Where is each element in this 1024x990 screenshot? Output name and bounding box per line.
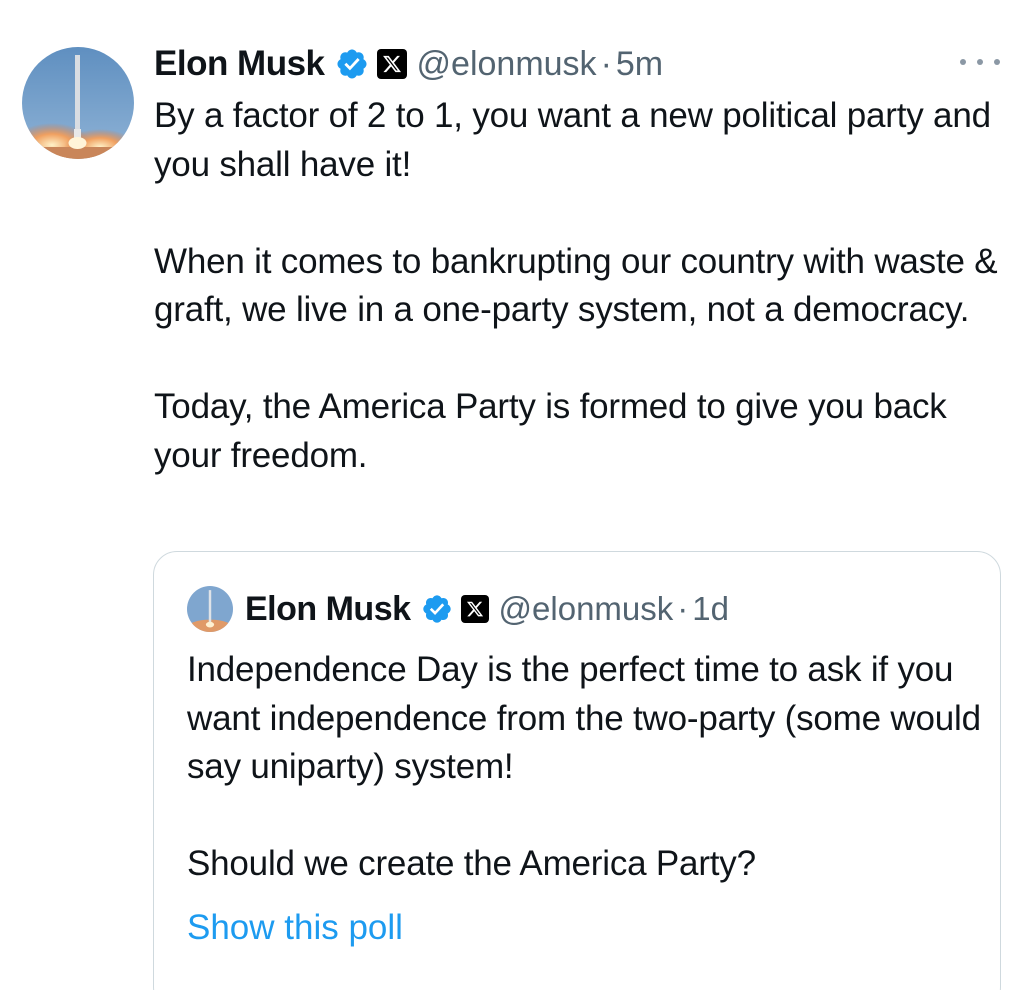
quoted-author-name: Elon Musk — [245, 589, 411, 628]
separator-dot: · — [600, 44, 612, 83]
tweet-paragraph: When it comes to bankrupting our country… — [154, 241, 998, 330]
quoted-tweet-header: Elon Musk @elonmusk · 1d — [187, 586, 729, 632]
quoted-tweet-timestamp: 1d — [692, 590, 729, 627]
show-poll-link[interactable]: Show this poll — [187, 908, 403, 948]
tweet-timestamp[interactable]: 5m — [616, 45, 663, 84]
author-handle[interactable]: @elonmusk — [417, 45, 597, 84]
x-logo-icon — [376, 49, 407, 79]
quoted-tweet-paragraph: Independence Day is the perfect time to … — [187, 650, 981, 786]
quoted-avatar — [187, 586, 233, 632]
quoted-tweet-paragraph: Should we create the America Party? — [187, 844, 756, 883]
more-options-icon[interactable] — [960, 52, 1000, 72]
verified-badge-icon — [337, 49, 367, 79]
tweet-text: By a factor of 2 to 1, you want a new po… — [154, 92, 1014, 480]
x-logo-icon — [460, 595, 489, 623]
rocket-launch-avatar-image — [187, 586, 233, 632]
separator-dot: · — [677, 590, 689, 627]
tweet-header: Elon Musk @elonmusk · 5m — [154, 40, 663, 88]
quoted-tweet[interactable]: Elon Musk @elonmusk · 1d Independence Da… — [153, 551, 1001, 990]
avatar[interactable] — [22, 47, 134, 159]
tweet-paragraph: Today, the America Party is formed to gi… — [154, 387, 947, 475]
tweet[interactable]: Elon Musk @elonmusk · 5m By a factor of … — [0, 0, 1024, 990]
quoted-author-handle: @elonmusk — [498, 590, 674, 627]
quoted-tweet-text: Independence Day is the perfect time to … — [187, 646, 987, 889]
verified-badge-icon — [422, 595, 451, 623]
tweet-paragraph: By a factor of 2 to 1, you want a new po… — [154, 96, 991, 184]
rocket-launch-avatar-image — [22, 47, 134, 159]
author-name[interactable]: Elon Musk — [154, 44, 325, 84]
